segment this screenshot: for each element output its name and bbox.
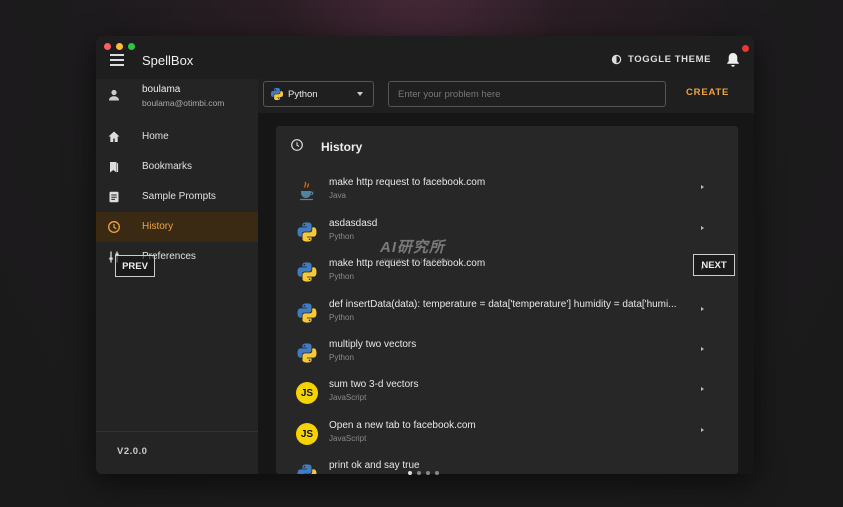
maximize-window-button[interactable] [128,43,135,50]
history-item-title: make http request to facebook.com [329,177,486,188]
pager-dot[interactable] [426,471,430,475]
history-item[interactable]: asdasdasd Python [276,213,738,253]
language-select[interactable]: Python [263,81,374,107]
pager-dot[interactable] [435,471,439,475]
language-select-value: Python [288,88,318,100]
user-profile[interactable]: boulama boulama@otimbi.com [96,79,258,115]
sidebar-item-home[interactable]: Home [96,122,258,152]
main-content: History make http request to facebook.co… [258,113,754,474]
watermark-title: AI研究所 [380,239,446,256]
history-item[interactable]: make http request to facebook.com Java [276,172,738,212]
top-bar: SpellBox TOGGLE THEME [96,36,754,79]
javascript-icon: JS [296,423,318,445]
javascript-icon: JS [296,382,318,404]
user-icon [109,89,119,101]
sidebar-item-bookmarks[interactable]: Bookmarks [96,152,258,182]
sidebar-item-label: Bookmarks [142,161,193,172]
carousel-pager [408,471,439,475]
history-item-language: Python [329,232,354,241]
sidebar-item-label: History [142,221,174,232]
hamburger-menu-icon[interactable] [110,54,124,66]
history-title: History [321,140,363,154]
user-email: boulama@otimbi.com [142,98,225,108]
chevron-right-icon [701,226,704,230]
history-item-language: JavaScript [329,393,367,402]
sidebar-item-label: Sample Prompts [142,191,216,202]
sidebar-item-label: Home [142,131,169,142]
history-card: History make http request to facebook.co… [276,126,738,474]
home-icon [108,131,120,142]
sidebar-item-sample-prompts[interactable]: Sample Prompts [96,182,258,212]
problem-input[interactable] [388,81,666,107]
sidebar-item-history[interactable]: History [96,212,258,242]
minimize-window-button[interactable] [116,43,123,50]
chevron-right-icon [701,347,704,351]
toggle-theme-label: TOGGLE THEME [628,54,712,65]
pager-dot[interactable] [417,471,421,475]
history-item[interactable]: JS Open a new tab to facebook.com JavaSc… [276,415,738,455]
document-icon [109,191,119,203]
history-item-language: Python [329,313,354,322]
python-icon [270,87,284,101]
history-item[interactable]: multiply two vectors Python [276,334,738,374]
chevron-right-icon [701,185,704,189]
chevron-down-icon [357,92,363,96]
notification-bell-icon[interactable] [726,52,740,68]
history-clock-icon [291,139,303,151]
watermark-subtitle: WWW.AIYJS.COM [382,258,450,265]
sidebar-divider [96,431,258,432]
python-icon [296,342,318,364]
history-item[interactable]: print ok and say true [276,455,738,474]
user-name: boulama [142,84,181,95]
chevron-right-icon [701,307,704,311]
history-item-title: print ok and say true [329,460,420,471]
history-item-title: Open a new tab to facebook.com [329,420,476,431]
pager-dot[interactable] [408,471,412,475]
history-item[interactable]: JS sum two 3-d vectors JavaScript [276,374,738,414]
window-controls [104,43,135,50]
bookmarks-icon [110,162,119,173]
python-icon [296,221,318,243]
history-item-language: Python [329,353,354,362]
python-icon [296,261,318,283]
history-item[interactable]: def insertData(data): temperature = data… [276,294,738,334]
clock-icon [108,221,120,233]
python-icon [296,463,318,474]
theme-icon [611,54,622,65]
history-item-title: asdasdasd [329,218,378,229]
history-item-language: JavaScript [329,434,367,443]
app-version: V2.0.0 [117,446,148,457]
history-item-title: sum two 3-d vectors [329,379,419,390]
chevron-right-icon [701,428,704,432]
app-title: SpellBox [142,53,194,68]
history-item-title: multiply two vectors [329,339,417,350]
prev-button[interactable]: PREV [115,255,155,277]
history-item-language: Java [329,191,346,200]
history-item[interactable]: make http request to facebook.com Python [276,253,738,293]
chevron-right-icon [701,387,704,391]
python-icon [296,302,318,324]
close-window-button[interactable] [104,43,111,50]
history-item-title: def insertData(data): temperature = data… [329,299,677,310]
next-button[interactable]: NEXT [693,254,735,276]
java-icon [300,181,314,201]
prompt-toolbar: Python CREATE [258,79,754,113]
toggle-theme-button[interactable]: TOGGLE THEME [611,54,711,65]
history-item-language: Python [329,272,354,281]
notification-badge [742,45,749,52]
create-button[interactable]: CREATE [686,87,729,98]
